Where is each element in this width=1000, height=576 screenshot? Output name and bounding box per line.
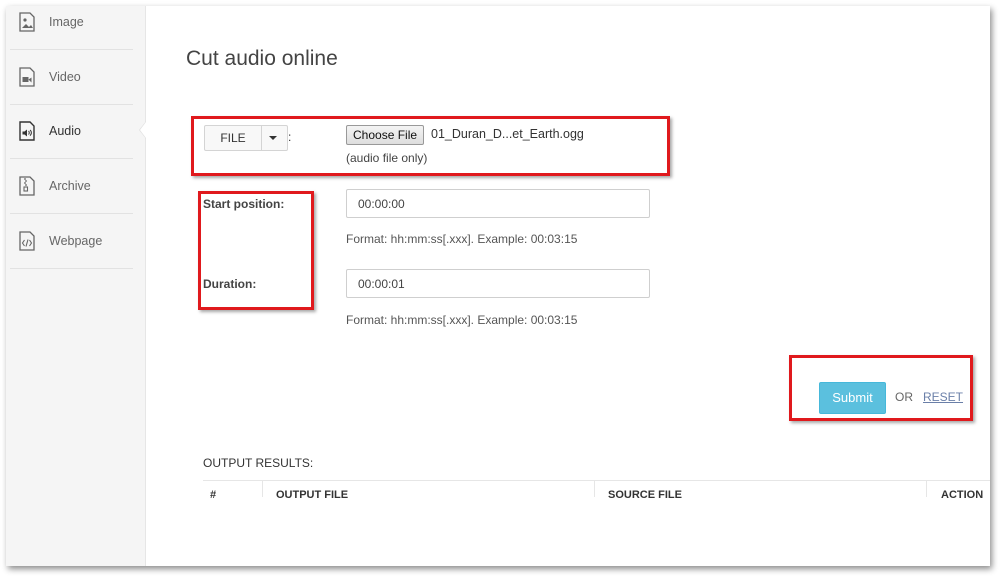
duration-format-help: Format: hh:mm:ss[.xxx]. Example: 00:03:1… [346, 313, 578, 327]
file-source-label: FILE [220, 131, 246, 145]
sidebar-item-video[interactable]: Video [10, 50, 133, 105]
duration-label: Duration: [203, 277, 257, 291]
file-type-hint: (audio file only) [346, 151, 428, 165]
file-source-dropdown[interactable]: FILE [204, 125, 288, 151]
webpage-file-icon [19, 231, 35, 251]
active-item-pointer [139, 121, 146, 139]
image-file-icon [19, 12, 35, 32]
archive-file-icon [19, 176, 35, 196]
column-header-index: # [210, 489, 217, 501]
sidebar-item-label: Archive [49, 179, 91, 193]
column-header-source-file: SOURCE FILE [608, 489, 682, 501]
duration-input[interactable] [346, 269, 650, 298]
start-position-label: Start position: [203, 197, 285, 211]
video-file-icon [19, 67, 35, 87]
sidebar-item-image[interactable]: Image [10, 6, 133, 50]
choose-file-button[interactable]: Choose File [346, 125, 425, 145]
page-title: Cut audio online [186, 47, 338, 70]
dropdown-divider [261, 126, 262, 150]
output-results-title: OUTPUT RESULTS: [203, 456, 314, 470]
sidebar: Image Video Audio Archive Webpage [6, 6, 146, 566]
column-header-output-file: OUTPUT FILE [276, 489, 349, 501]
main-content: Cut audio online FILE : Choose File 01_D… [146, 6, 990, 566]
column-divider [262, 481, 263, 497]
reset-link[interactable]: RESET [923, 390, 963, 404]
sidebar-item-archive[interactable]: Archive [10, 159, 133, 214]
submit-button[interactable]: Submit [819, 382, 886, 414]
output-results-table: # OUTPUT FILE SOURCE FILE ACTION [203, 480, 990, 511]
or-separator: OR [895, 390, 913, 404]
sidebar-item-audio[interactable]: Audio [10, 104, 133, 159]
column-header-action: ACTION [941, 489, 984, 501]
sidebar-item-label: Video [49, 70, 81, 84]
sidebar-item-label: Image [49, 15, 84, 29]
sidebar-item-label: Webpage [49, 234, 103, 248]
chevron-down-icon[interactable] [269, 136, 277, 140]
sidebar-item-webpage[interactable]: Webpage [10, 214, 133, 269]
audio-file-icon [19, 121, 35, 141]
app-window: Image Video Audio Archive Webpage Cut au… [6, 6, 990, 566]
start-position-input[interactable] [346, 189, 650, 218]
column-divider [926, 481, 927, 497]
start-position-format-help: Format: hh:mm:ss[.xxx]. Example: 00:03:1… [346, 232, 578, 246]
sidebar-item-label: Audio [49, 124, 81, 138]
file-source-colon: : [288, 130, 292, 144]
column-divider [594, 481, 595, 497]
selected-file-name: 01_Duran_D...et_Earth.ogg [431, 127, 584, 141]
